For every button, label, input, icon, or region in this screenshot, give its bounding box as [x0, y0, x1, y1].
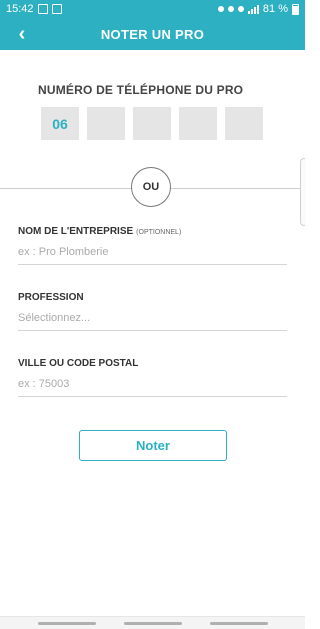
profession-placeholder: Sélectionnez...: [18, 312, 91, 324]
mute-icon: [227, 6, 234, 12]
profession-select[interactable]: Sélectionnez...: [18, 312, 287, 331]
page-title: NOTER UN PRO: [100, 26, 205, 42]
city-field: VILLE OU CODE POSTAL: [18, 358, 287, 397]
noter-button[interactable]: Noter: [79, 430, 227, 461]
phone-segment-5[interactable]: [225, 107, 263, 140]
phone-segment-2[interactable]: [87, 107, 125, 140]
battery-percent: 81 %: [262, 3, 288, 15]
battery-icon: [292, 3, 299, 15]
recents-nav-button[interactable]: [38, 622, 96, 625]
company-name-input[interactable]: [18, 246, 287, 265]
alarm-icon: [217, 6, 224, 12]
system-nav-bar: [0, 616, 305, 629]
wifi-icon: [237, 6, 244, 12]
phone-segment-1[interactable]: 06: [41, 107, 79, 140]
status-bar: 15:42 81 %: [0, 0, 305, 18]
phone-segment-4[interactable]: [179, 107, 217, 140]
city-input[interactable]: [18, 378, 287, 397]
phone-number-label: NUMÉRO DE TÉLÉPHONE DU PRO: [38, 83, 244, 97]
status-time: 15:42: [6, 3, 34, 15]
notification-icon: [37, 4, 48, 14]
status-left: 15:42: [6, 3, 62, 15]
image-notification-icon: [51, 4, 62, 14]
chevron-left-icon: ‹: [18, 22, 26, 45]
city-label: VILLE OU CODE POSTAL: [18, 358, 139, 369]
signal-icon: [247, 4, 259, 14]
phone-number-input-group: 06: [41, 107, 263, 140]
side-panel-handle[interactable]: [300, 158, 305, 226]
back-nav-button[interactable]: [210, 622, 268, 625]
company-label: NOM DE L'ENTREPRISE (OPTIONNEL): [18, 226, 287, 237]
profession-field: PROFESSION Sélectionnez...: [18, 292, 287, 331]
company-field: NOM DE L'ENTREPRISE (OPTIONNEL): [18, 226, 287, 265]
back-button[interactable]: ‹: [10, 18, 34, 50]
phone-segment-3[interactable]: [133, 107, 171, 140]
home-nav-button[interactable]: [124, 622, 182, 625]
optional-tag: (OPTIONNEL): [136, 229, 182, 236]
app-bar: ‹ NOTER UN PRO: [0, 18, 305, 50]
company-label-text: NOM DE L'ENTREPRISE: [18, 226, 134, 237]
profession-label: PROFESSION: [18, 292, 84, 303]
status-right: 81 %: [217, 3, 299, 15]
or-separator: OU: [131, 167, 171, 207]
